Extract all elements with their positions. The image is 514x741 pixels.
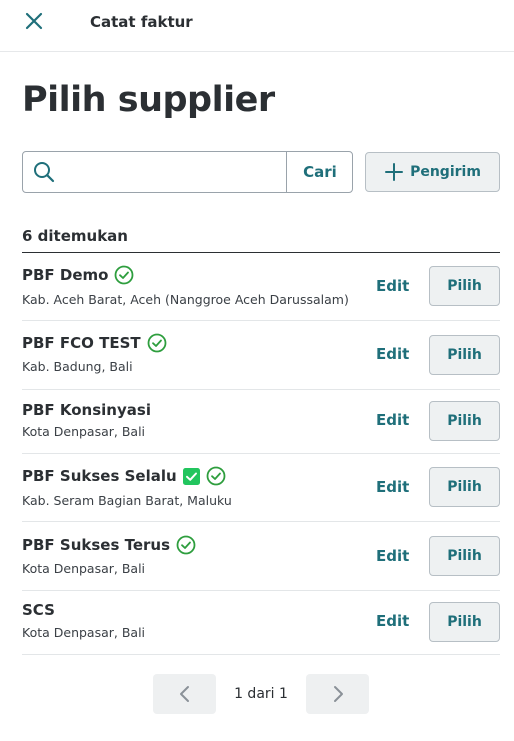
add-sender-label: Pengirim bbox=[410, 164, 481, 180]
page-info: 1 dari 1 bbox=[234, 686, 288, 702]
plus-icon bbox=[385, 163, 404, 181]
supplier-row: PBF Konsinyasi Kota Denpasar, Bali Edit … bbox=[22, 390, 500, 454]
pick-supplier-button[interactable]: Pilih bbox=[429, 335, 500, 375]
header-title: Catat faktur bbox=[90, 13, 193, 31]
pick-supplier-button[interactable]: Pilih bbox=[429, 401, 500, 441]
supplier-name: SCS bbox=[22, 601, 55, 619]
verified-check-icon bbox=[206, 466, 226, 486]
verified-check-icon bbox=[147, 333, 167, 353]
edit-supplier-link[interactable]: Edit bbox=[376, 478, 409, 496]
supplier-row: PBF Sukses Terus Kota Denpasar, Bali Edi… bbox=[22, 522, 500, 591]
supplier-location: Kota Denpasar, Bali bbox=[22, 625, 146, 640]
pick-supplier-button[interactable]: Pilih bbox=[429, 602, 500, 642]
pick-supplier-button[interactable]: Pilih bbox=[429, 467, 500, 507]
pagination: 1 dari 1 bbox=[0, 674, 514, 714]
page-title: Pilih supplier bbox=[22, 80, 275, 120]
chevron-left-icon bbox=[179, 686, 189, 702]
supplier-location: Kab. Seram Bagian Barat, Maluku bbox=[22, 493, 232, 508]
edit-supplier-link[interactable]: Edit bbox=[376, 411, 409, 429]
close-icon bbox=[25, 12, 43, 30]
search-input[interactable] bbox=[65, 153, 285, 191]
checkbox-checked-icon bbox=[182, 467, 200, 485]
pick-supplier-button[interactable]: Pilih bbox=[429, 536, 500, 576]
search-box: Cari bbox=[22, 151, 353, 193]
supplier-name-line: SCS bbox=[22, 601, 55, 619]
supplier-name-line: PBF Sukses Terus bbox=[22, 535, 196, 555]
supplier-name: PBF Sukses Selalu bbox=[22, 467, 177, 485]
supplier-location: Kota Denpasar, Bali bbox=[22, 561, 146, 576]
supplier-location: Kab. Aceh Barat, Aceh (Nanggroe Aceh Dar… bbox=[22, 292, 349, 307]
verified-check-icon bbox=[115, 265, 134, 285]
supplier-row: SCS Kota Denpasar, Bali Edit Pilih bbox=[22, 591, 500, 655]
supplier-name-line: PBF Konsinyasi bbox=[22, 401, 151, 419]
search-button[interactable]: Cari bbox=[287, 152, 353, 192]
edit-supplier-link[interactable]: Edit bbox=[376, 547, 409, 565]
supplier-row: PBF Demo Kab. Aceh Barat, Aceh (Nanggroe… bbox=[22, 253, 500, 321]
close-button[interactable] bbox=[22, 10, 46, 34]
search-icon bbox=[34, 162, 55, 183]
edit-supplier-link[interactable]: Edit bbox=[376, 612, 409, 630]
supplier-name: PBF Demo bbox=[22, 266, 109, 284]
supplier-name: PBF FCO TEST bbox=[22, 334, 141, 352]
verified-check-icon bbox=[176, 535, 196, 555]
edit-supplier-link[interactable]: Edit bbox=[376, 345, 409, 363]
previous-page-button[interactable] bbox=[153, 674, 216, 714]
supplier-name: PBF Sukses Terus bbox=[22, 536, 171, 554]
supplier-list: PBF Demo Kab. Aceh Barat, Aceh (Nanggroe… bbox=[22, 253, 500, 655]
result-count: 6 ditemukan bbox=[22, 227, 128, 245]
supplier-name: PBF Konsinyasi bbox=[22, 401, 151, 419]
top-bar: Catat faktur bbox=[0, 0, 514, 52]
supplier-location: Kota Denpasar, Bali bbox=[22, 424, 146, 439]
edit-supplier-link[interactable]: Edit bbox=[376, 277, 409, 295]
next-page-button[interactable] bbox=[306, 674, 369, 714]
add-sender-button[interactable]: Pengirim bbox=[365, 152, 500, 192]
supplier-name-line: PBF FCO TEST bbox=[22, 333, 167, 353]
pick-supplier-button[interactable]: Pilih bbox=[429, 266, 500, 306]
supplier-name-line: PBF Demo bbox=[22, 265, 134, 285]
chevron-right-icon bbox=[333, 686, 343, 702]
supplier-name-line: PBF Sukses Selalu bbox=[22, 466, 226, 486]
supplier-location: Kab. Badung, Bali bbox=[22, 359, 133, 374]
supplier-row: PBF Sukses Selalu Kab. Seram Bagian Bara… bbox=[22, 454, 500, 522]
supplier-row: PBF FCO TEST Kab. Badung, Bali Edit Pili… bbox=[22, 321, 500, 390]
